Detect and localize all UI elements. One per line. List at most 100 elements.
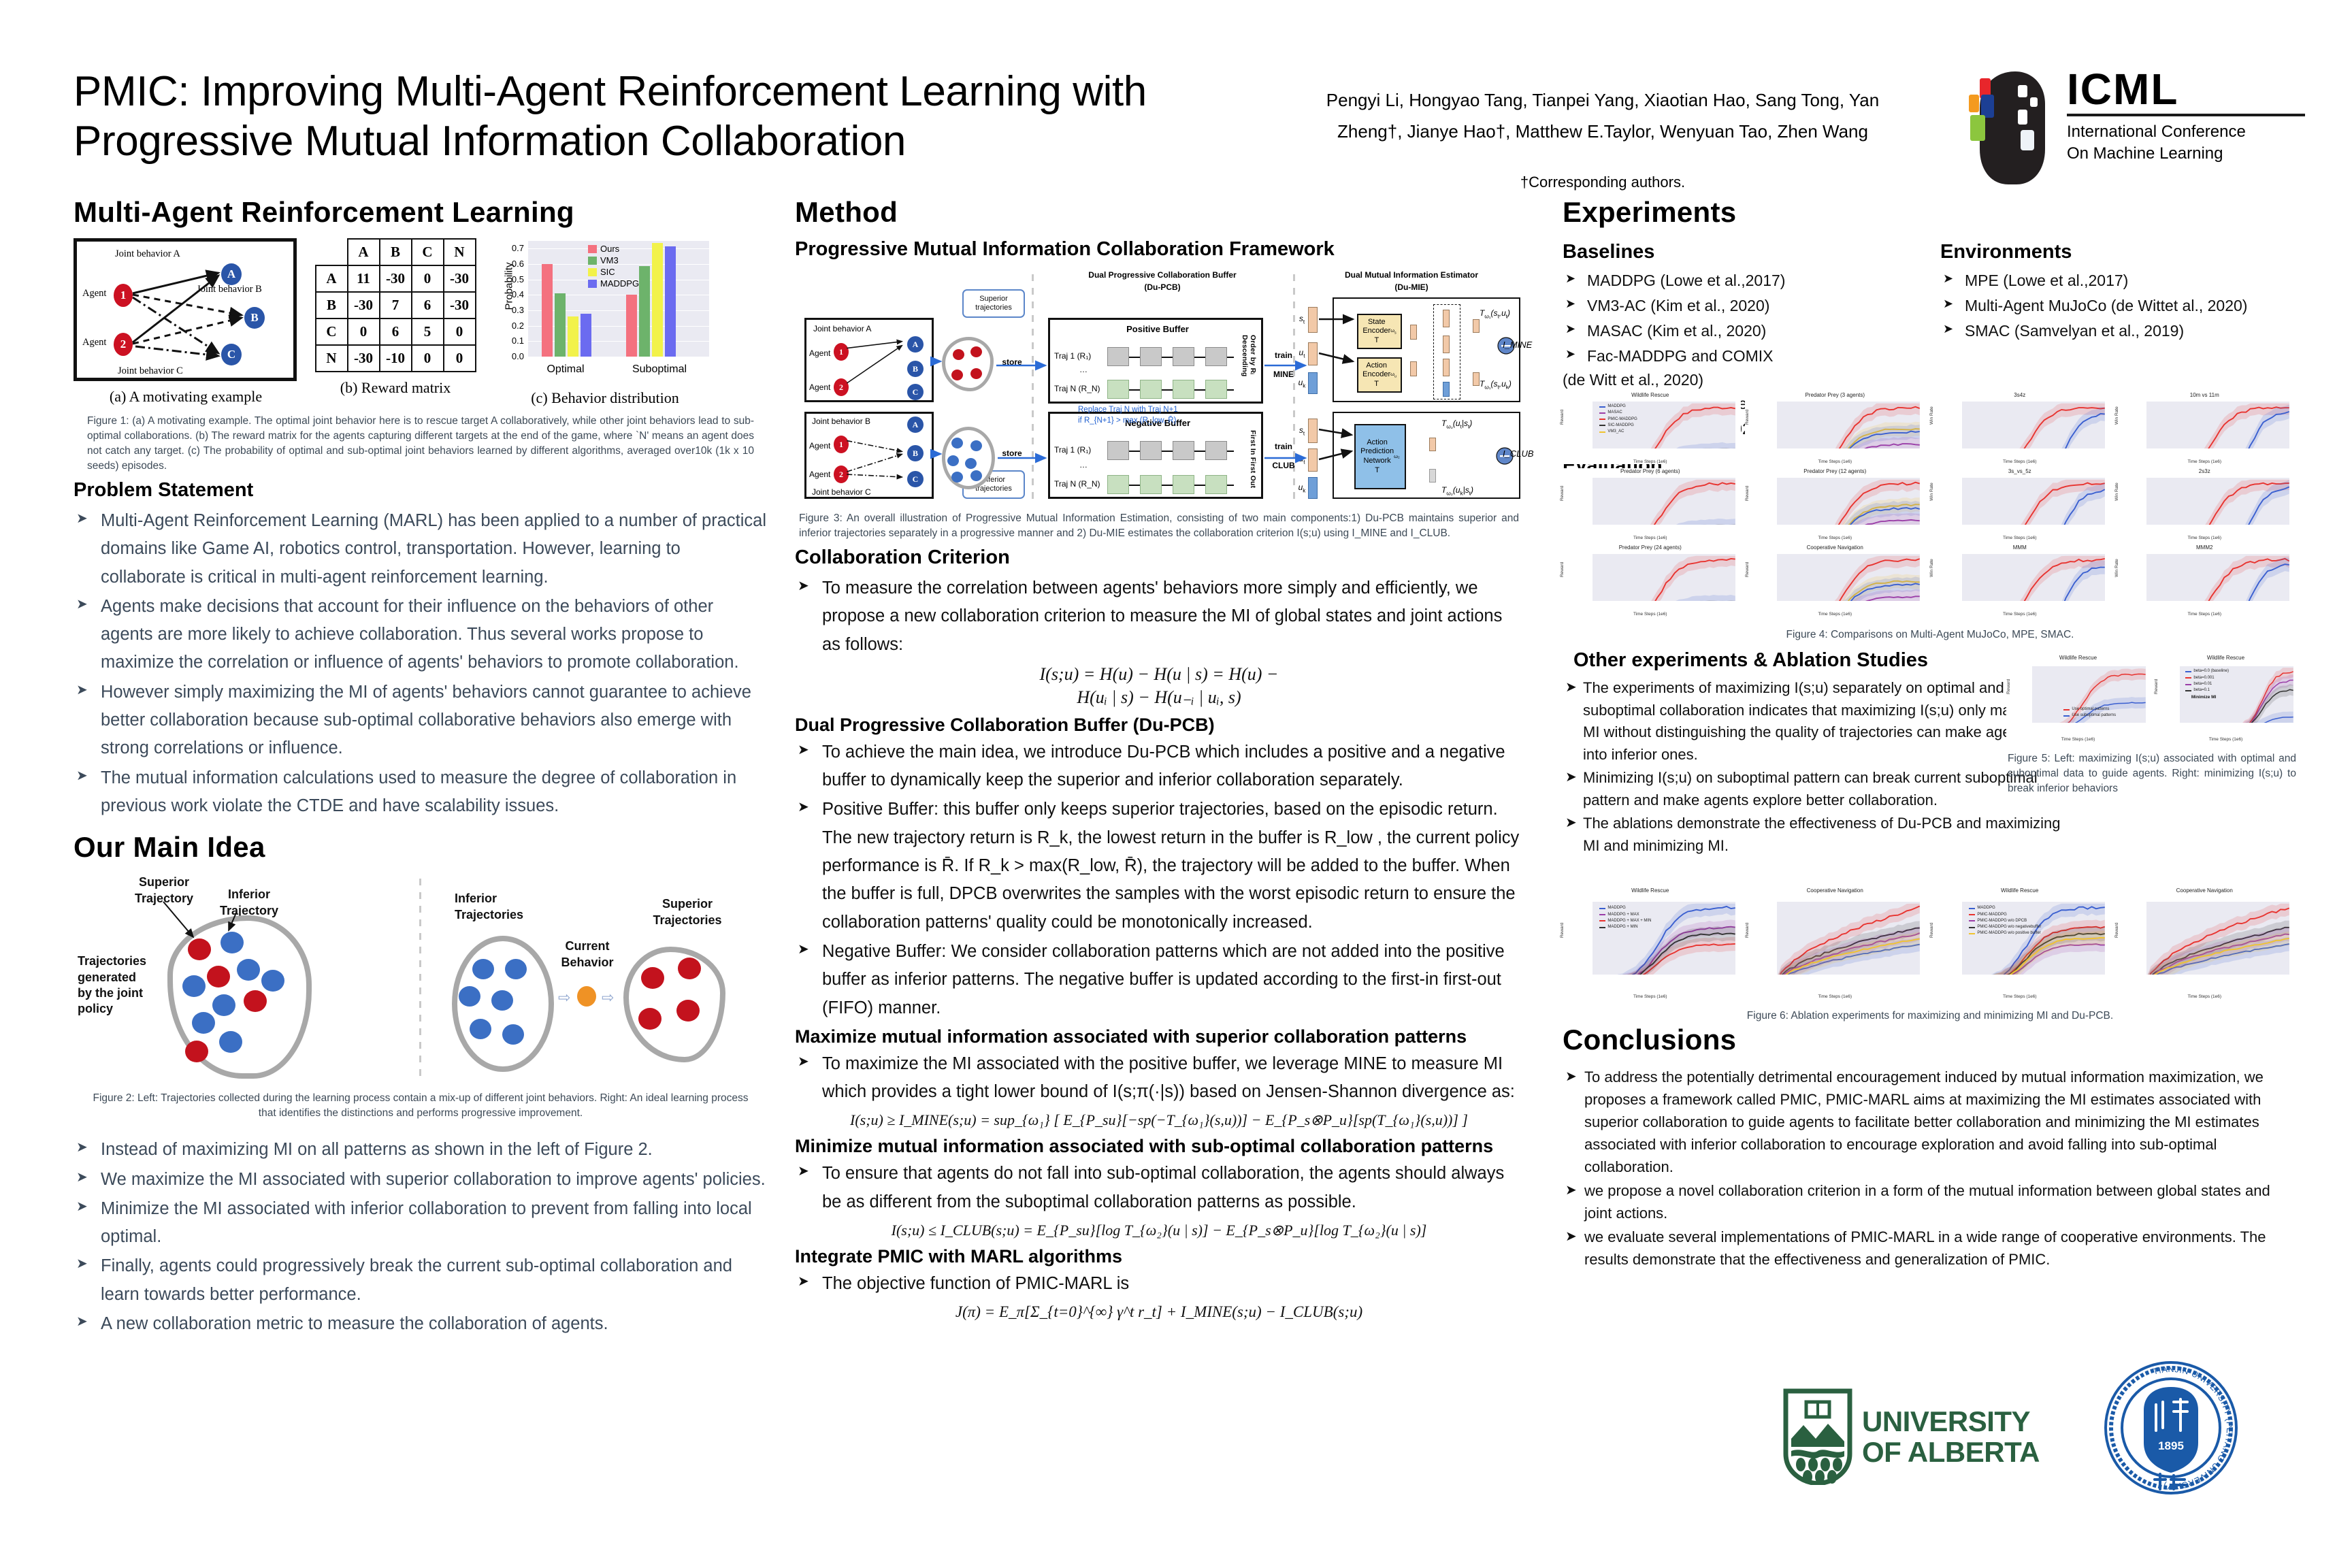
chart-xtick-suboptimal: Suboptimal (632, 363, 687, 375)
legend-swatch (2063, 715, 2070, 717)
university-of-alberta-logo: UNIVERSITY OF ALBERTA (1782, 1387, 2068, 1489)
matrix-cell: -30 (346, 344, 380, 372)
chart-xlabel: Time Steps (1e6) (1818, 994, 1852, 999)
chart-bar-vm3 (555, 293, 566, 357)
icml-acronym: ICML (2067, 65, 2179, 114)
chart-series-paths (2204, 403, 2290, 448)
chart-xlabel: Time Steps (1e6) (1818, 612, 1852, 617)
column-left: Multi-Agent Reinforcement Learning Joint… (74, 196, 768, 1341)
note-replace-trajectory: Replace Traj N with Traj N+1 if R_{N+1} … (1078, 405, 1273, 426)
chart-ytick: 0.6 (511, 259, 524, 269)
matrix-cell: -30 (442, 291, 476, 319)
list-item: SMAC (Samvelyan et al., 2019) (1940, 319, 2296, 343)
heading-maximize-mi: Maximize mutual information associated w… (795, 1026, 1467, 1047)
chart-bar-maddpg (581, 313, 591, 357)
figure-4-caption: Figure 4: Comparisons on Multi-Agent MuJ… (1786, 629, 2074, 640)
legend-swatch (1599, 431, 1606, 433)
chart-panel-title: Cooperative Navigation (2176, 887, 2233, 894)
token (1410, 361, 1417, 376)
equation-club: I(s;u) ≤ I_CLUB(s;u) = E_{P_su}[log T_{ω… (891, 1222, 1427, 1239)
buffer-cell (1173, 441, 1194, 460)
column-experiments: Experiments Baselines MADDPG (Lowe et al… (1560, 196, 2298, 1268)
label-i-mine: I_MINE (1503, 340, 1533, 350)
chart-panel-title: Predator Prey (3 agents) (1805, 392, 1865, 398)
list-item: The experiments of maximizing I(s;u) sep… (1563, 677, 2080, 766)
chart-plot-area (1592, 477, 1735, 525)
legend-label: MADDPG + MAX + MIN (1607, 918, 1652, 923)
arrow-right-icon: ⇨ (558, 989, 571, 1007)
label-t-omega-su: Tω₁(st,ut) (1480, 308, 1511, 320)
buffer-cell (1173, 347, 1194, 366)
figure-1b: A B C N A 11 -30 0 -30 B -30 7 6 -30 C 0… (310, 238, 480, 397)
list-item: To address the potentially detrimental e… (1563, 1066, 2298, 1178)
legend-label: MADDPG (1607, 404, 1626, 408)
chart-series-paths (2019, 555, 2105, 601)
list-item: Negative Buffer: We consider collaborati… (795, 938, 1523, 1022)
superior-dot (951, 370, 963, 380)
chart-panel-title: Wildlife Rescue (2206, 655, 2245, 661)
chart-ytick: 0.5 (511, 274, 524, 284)
legend-item: MADDPG (1599, 404, 1637, 410)
matrix-col-n: N (442, 238, 476, 266)
label-club: CLUB (1272, 461, 1295, 470)
input-token-st (1308, 419, 1318, 443)
chart-annotation: Minimize MI (2191, 694, 2217, 700)
chart-xlabel: Time Steps (1e6) (2002, 459, 2037, 464)
label-mine: MINE (1273, 370, 1294, 379)
note-line-1: Replace Traj N with Traj N+1 (1078, 406, 1178, 414)
chart-xtick-optimal: Optimal (546, 363, 585, 375)
list-item: Agents make decisions that account for t… (74, 593, 768, 677)
chart-ylabel: Win Rate (2114, 558, 2119, 577)
legend-item: PMIC-MADDPG (1599, 416, 1637, 423)
list-item: Instead of maximizing MI on all patterns… (74, 1136, 768, 1164)
chart-xlabel: Time Steps (1e6) (1633, 459, 1667, 464)
superior-collection-blob (942, 337, 994, 391)
chart-ylabel: Reward (1744, 922, 1750, 938)
joint-behavior-arrows-icon (846, 339, 904, 384)
legend-item: beta=0.1 (2185, 687, 2229, 693)
chart-panel-title: MMM (2012, 544, 2027, 551)
chart-series-paths (2148, 904, 2290, 975)
legend-label: Use suboptimal patterns (2072, 713, 2117, 718)
legend-item: PMIC-MADDPG (1969, 912, 2041, 918)
table-row: B -30 7 6 -30 (314, 291, 476, 319)
chart-ylabel: Reward (1929, 922, 1934, 938)
chart-plot-area (1777, 902, 1921, 975)
matrix-corner-cell (315, 239, 348, 266)
matrix-cell: 7 (378, 291, 412, 319)
legend-swatch (1599, 425, 1606, 427)
chart-series-paths (2205, 479, 2290, 525)
chart-panel-title: Wildlife Rescue (1631, 887, 1669, 894)
figure-2-pointer-arrows-icon (163, 901, 238, 938)
legend-item: SIC (588, 267, 639, 277)
legend-label: beta=0.001 (2193, 675, 2215, 680)
matrix-row-label: C (314, 318, 348, 346)
list-item: We maximize the MI associated with super… (74, 1166, 768, 1194)
matrix-cell: 0 (442, 318, 476, 346)
legend-swatch (588, 244, 597, 253)
buffer-cell (1140, 380, 1162, 399)
chart-ylabel: Reward (1744, 485, 1750, 501)
label-dupcb-sub: (Du-PCB) (1144, 282, 1181, 292)
figure-2-caption: Figure 2: Left: Trajectories collected d… (93, 1092, 749, 1120)
environments-list: MPE (Lowe et al.,2017) Multi-Agent MuJoC… (1940, 269, 2296, 343)
action-encoder-block: Action Encoder Tωu (1357, 357, 1402, 393)
legend-label: beta=0.0 (baseline) (2193, 669, 2229, 674)
chart-panel: Wildlife Rescue Time Steps (1e6) Reward bet… (2154, 655, 2298, 742)
chart-xlabel: Time Steps (1e6) (2187, 994, 2222, 999)
list-item: Multi-Agent Reinforcement Learning (MARL… (74, 507, 768, 591)
chart-panel-title: 2s3z (2198, 468, 2210, 474)
legend-swatch (588, 279, 597, 288)
superior-dot (970, 346, 982, 357)
legend-item: MASAC (1599, 410, 1637, 416)
list-item: However simply maximizing the MI of agen… (74, 679, 768, 763)
list-item: To ensure that agents do not fall into s… (795, 1160, 1523, 1216)
alberta-shield-icon (1783, 1388, 1852, 1485)
legend-item: Ours (588, 244, 639, 254)
legend-swatch (1599, 920, 1606, 922)
chart-ytick: 0.4 (511, 289, 524, 300)
legend-swatch (1599, 914, 1606, 916)
superior-dot (970, 368, 982, 379)
chart-series-paths (2204, 555, 2290, 601)
matrix-cell: -10 (378, 344, 412, 372)
